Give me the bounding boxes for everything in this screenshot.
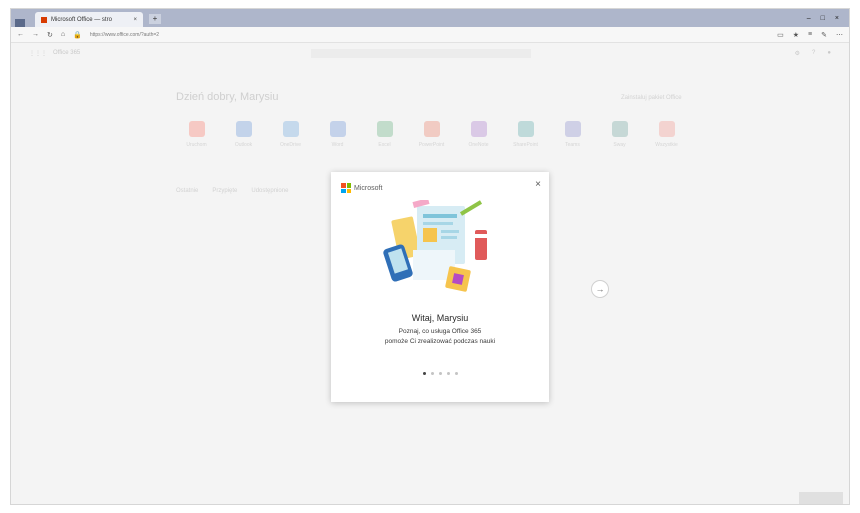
refresh-icon[interactable]: ↻ xyxy=(47,31,53,39)
app-label: OneDrive xyxy=(279,142,302,148)
app-label: Excel xyxy=(378,142,391,148)
maximize-button[interactable]: □ xyxy=(821,15,825,22)
more-icon[interactable]: ⋯ xyxy=(836,31,843,39)
app-icon xyxy=(470,121,487,137)
pagination-dots xyxy=(331,372,549,375)
office-home-page: ⋮⋮⋮ Office 365 ⚙ ? ● Dzień dobry, Marysi… xyxy=(11,43,849,504)
app-tile[interactable]: OneNote xyxy=(465,121,492,148)
office-search-input[interactable] xyxy=(311,49,531,58)
filter-pinned[interactable]: Przypięte xyxy=(212,188,237,194)
greeting-heading: Dzień dobry, Marysiu xyxy=(176,91,279,103)
new-tab-button[interactable]: + xyxy=(149,14,161,24)
app-label: Outlook xyxy=(234,142,253,148)
app-tile[interactable]: Uruchom xyxy=(183,121,210,148)
app-list: Uruchom Outlook OneDrive Word Excel PowerPoin… xyxy=(183,121,680,148)
share-icon[interactable]: ✎ xyxy=(821,31,827,39)
office-header: ⋮⋮⋮ Office 365 ⚙ ? ● xyxy=(11,43,849,63)
tab-bar: Microsoft Office — stro × + – □ × xyxy=(11,9,849,27)
app-label: SharePoint xyxy=(513,142,538,148)
app-label: OneNote xyxy=(468,142,489,148)
microsoft-brand-text: Microsoft xyxy=(354,184,383,192)
browser-tab[interactable]: Microsoft Office — stro × xyxy=(35,12,143,27)
favorite-icon[interactable]: ★ xyxy=(793,31,799,39)
app-launcher-icon[interactable]: ⋮⋮⋮ xyxy=(29,50,47,57)
app-icon xyxy=(423,121,440,137)
app-label: Uruchom xyxy=(186,142,207,148)
app-tile[interactable]: Sway xyxy=(606,121,633,148)
feedback-button[interactable] xyxy=(799,492,843,504)
app-label: Sway xyxy=(613,142,626,148)
settings-icon[interactable]: ⚙ xyxy=(795,50,800,57)
filter-recent[interactable]: Ostatnie xyxy=(176,188,198,194)
app-label: Wszystkie xyxy=(655,142,678,148)
app-label: PowerPoint xyxy=(418,142,445,148)
pagination-dot[interactable] xyxy=(454,372,458,375)
app-icon xyxy=(517,121,534,137)
app-icon xyxy=(235,121,252,137)
office-header-icons: ⚙ ? ● xyxy=(795,50,831,57)
welcome-title: Witaj, Marysiu xyxy=(411,313,469,323)
back-icon[interactable]: ← xyxy=(17,31,24,38)
pagination-dot[interactable] xyxy=(438,372,442,375)
app-icon xyxy=(376,121,393,137)
app-tile[interactable]: Teams xyxy=(559,121,586,148)
office-app-name: Office 365 xyxy=(53,50,81,56)
app-icon xyxy=(329,121,346,137)
forward-icon[interactable]: → xyxy=(32,31,39,38)
home-icon[interactable]: ⌂ xyxy=(61,31,65,38)
reading-icon[interactable]: ▭ xyxy=(777,31,784,39)
pagination-dot[interactable] xyxy=(422,372,426,375)
filter-shared[interactable]: Udostępnione xyxy=(251,188,288,194)
welcome-text-line-2: pomoże Ci zrealizować podczas nauki xyxy=(384,338,496,345)
install-office-link[interactable]: Zainstaluj pakiet Office xyxy=(621,95,682,101)
arrow-right-icon: → xyxy=(595,284,605,294)
tab-close-icon[interactable]: × xyxy=(133,17,137,23)
recent-filters: Ostatnie Przypięte Udostępnione xyxy=(176,188,288,194)
pagination-dot[interactable] xyxy=(430,372,434,375)
app-tile[interactable]: PowerPoint xyxy=(418,121,445,148)
help-icon[interactable]: ? xyxy=(812,50,815,57)
welcome-dialog: Microsoft × Witaj, Marysiu Poznaj, co us… xyxy=(331,172,549,402)
close-icon[interactable]: × xyxy=(535,179,541,190)
lock-icon: 🔒 xyxy=(73,31,82,39)
collections-icon[interactable]: ≡ xyxy=(808,31,812,39)
url-field[interactable]: https://www.office.com/?auth=2 xyxy=(90,32,159,38)
app-icon xyxy=(564,121,581,137)
window-controls: – □ × xyxy=(807,15,849,27)
welcome-illustration xyxy=(383,200,487,292)
office-favicon-icon xyxy=(41,16,47,23)
microsoft-logo: Microsoft xyxy=(341,183,382,193)
app-icon xyxy=(282,121,299,137)
app-label: Teams xyxy=(565,142,580,148)
browser-toolbar: ▭ ★ ≡ ✎ ⋯ xyxy=(777,31,843,39)
avatar[interactable]: ● xyxy=(827,50,831,57)
app-label: Word xyxy=(331,142,344,148)
microsoft-logo-icon xyxy=(341,183,351,193)
minimize-button[interactable]: – xyxy=(807,15,811,22)
app-tile[interactable]: Word xyxy=(324,121,351,148)
welcome-text-line-1: Poznaj, co usługa Office 365 xyxy=(398,328,482,335)
close-window-button[interactable]: × xyxy=(835,15,839,22)
carousel-next-button[interactable]: → xyxy=(591,280,609,298)
welcome-description: Poznaj, co usługa Office 365 pomoże Ci z… xyxy=(331,327,549,347)
app-icon xyxy=(611,121,628,137)
app-tile[interactable]: Excel xyxy=(371,121,398,148)
app-tile[interactable]: SharePoint xyxy=(512,121,539,148)
tab-title: Microsoft Office — stro xyxy=(51,16,112,23)
app-icon xyxy=(658,121,675,137)
pagination-dot[interactable] xyxy=(446,372,450,375)
app-tile[interactable]: Outlook xyxy=(230,121,257,148)
app-tile[interactable]: OneDrive xyxy=(277,121,304,148)
browser-window: Microsoft Office — stro × + – □ × ← → ↻ … xyxy=(10,8,850,505)
app-icon xyxy=(188,121,205,137)
app-tile[interactable]: Wszystkie xyxy=(653,121,680,148)
window-menu-icon[interactable] xyxy=(15,19,25,27)
address-bar: ← → ↻ ⌂ 🔒 https://www.office.com/?auth=2… xyxy=(11,27,849,43)
